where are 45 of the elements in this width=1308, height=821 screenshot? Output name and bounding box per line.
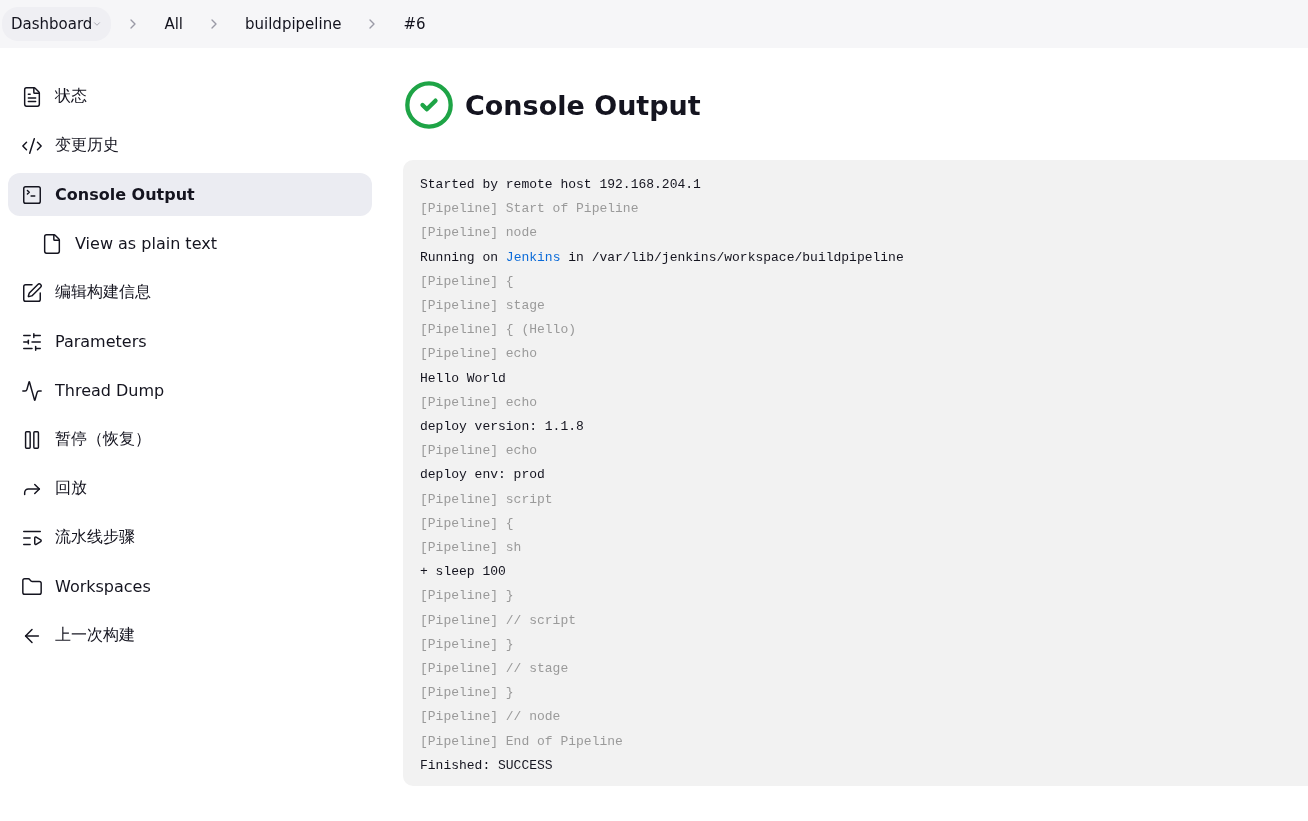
console-line: + sleep 100 <box>420 563 507 582</box>
console-line: Running on Jenkins in /var/lib/jenkins/workspace/buildpipeline <box>420 248 905 267</box>
console-line: [Pipeline] echo <box>420 393 539 412</box>
breadcrumb-link[interactable]: #6 <box>394 7 435 41</box>
sidebar-item[interactable]: Parameters <box>8 320 372 363</box>
console-line: [Pipeline] { <box>420 514 515 533</box>
console-line: [Pipeline] echo <box>420 442 539 461</box>
console-line: deploy env: prod <box>420 466 546 485</box>
console-line: [Pipeline] Start of Pipeline <box>420 200 640 219</box>
breadcrumb-link[interactable]: All <box>155 7 192 41</box>
console-line: Hello World <box>420 369 507 388</box>
console-line: Started by remote host 192.168.204.1 <box>420 176 702 194</box>
sidebar-item[interactable]: Console Output <box>8 173 372 216</box>
node-link[interactable]: Jenkins <box>505 249 561 265</box>
console-line: [Pipeline] // stage <box>420 660 570 679</box>
edit-icon <box>21 281 43 304</box>
breadcrumb-link[interactable]: Dashboard <box>2 7 112 41</box>
sidebar-item[interactable]: 回放 <box>8 467 372 510</box>
console-line: [Pipeline] // script <box>420 611 578 630</box>
console-line: [Pipeline] stage <box>420 297 546 315</box>
console-line: [Pipeline] } <box>420 587 515 606</box>
console-line: [Pipeline] // node <box>420 708 562 727</box>
console-line: [Pipeline] echo <box>420 345 539 364</box>
console-line: [Pipeline] End of Pipeline <box>420 732 624 751</box>
console-line: [Pipeline] } <box>420 684 515 703</box>
sidebar-item[interactable]: 流水线步骤 <box>8 516 372 559</box>
sidebar-item[interactable]: Thread Dump <box>8 369 372 412</box>
sidebar-item[interactable]: Workspaces <box>8 565 372 608</box>
sidebar-item[interactable]: 变更历史 <box>8 124 372 167</box>
sidebar-item[interactable]: 暂停（恢复） <box>8 418 372 461</box>
console-line: [Pipeline] { (Hello) <box>420 321 578 340</box>
caret-icon <box>92 19 103 29</box>
console-line: [Pipeline] sh <box>420 539 523 558</box>
console-line: [Pipeline] { <box>420 272 515 291</box>
breadcrumb-link[interactable]: buildpipeline <box>236 7 351 41</box>
page-title: Console Output <box>465 89 701 121</box>
sidebar-item[interactable]: 上一次构建 <box>8 614 372 657</box>
sidebar-item[interactable]: 编辑构建信息 <box>8 271 372 314</box>
console-line: [Pipeline] } <box>420 635 515 654</box>
console-line: Finished: SUCCESS <box>420 756 554 775</box>
sidebar-item[interactable]: 状态 <box>8 75 372 118</box>
sidebar-item[interactable]: View as plain text <box>8 222 372 265</box>
console-line: [Pipeline] node <box>420 224 539 243</box>
console-line: deploy version: 1.1.8 <box>420 418 585 437</box>
console-line: [Pipeline] script <box>420 490 554 509</box>
